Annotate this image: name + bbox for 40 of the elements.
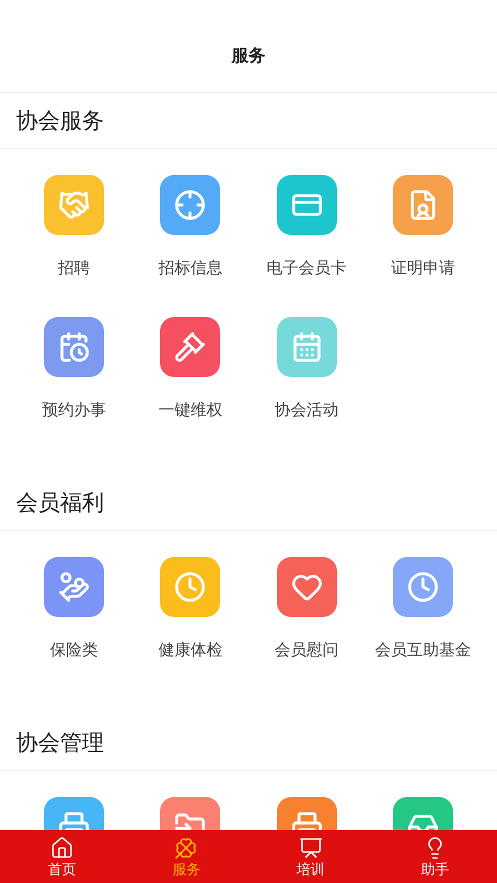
tab[interactable]: 首页 (0, 830, 124, 883)
calendar-icon (290, 331, 323, 363)
section-title: 会员福利 (16, 489, 104, 517)
service-label: 招聘 (58, 259, 90, 279)
service-label: 电子会员卡 (266, 258, 347, 279)
service-item[interactable]: 预约办事 (16, 317, 132, 459)
service-label: 会员互助基金 (374, 640, 471, 661)
service-item[interactable]: 协会活动 (248, 317, 365, 459)
calendar-clock-icon (58, 331, 90, 363)
section-title: 协会服务 (16, 107, 104, 135)
target-icon (174, 189, 206, 221)
service-label: 一键维权 (158, 400, 222, 421)
clover-icon (174, 836, 198, 860)
easel-icon (298, 836, 323, 860)
service-item[interactable]: 健康体检 (132, 557, 248, 699)
gavel-icon (174, 331, 206, 363)
service-label: 预约办事 (42, 400, 106, 421)
section-title: 协会管理 (16, 729, 104, 757)
page-title: 服务 (232, 44, 266, 66)
hands-coin-icon (58, 571, 90, 603)
service-item[interactable]: 会员慰问 (248, 557, 365, 699)
service-item[interactable]: 一键维权 (132, 317, 248, 459)
clock-icon (406, 571, 439, 603)
service-label: 会员慰问 (274, 640, 339, 661)
service-item[interactable]: 会员互助基金 (364, 557, 481, 699)
service-item[interactable]: 证明申请 (364, 175, 481, 317)
tab[interactable]: 助手 (372, 830, 497, 883)
service-label: 协会活动 (274, 400, 339, 421)
tab[interactable]: 培训 (248, 830, 373, 883)
home-icon (50, 836, 74, 860)
service-item[interactable]: 招聘 (16, 175, 132, 317)
service-item[interactable]: 电子会员卡 (248, 175, 365, 317)
service-label: 健康体检 (158, 640, 222, 661)
service-item[interactable]: 保险类 (16, 557, 132, 699)
service-label: 证明申请 (390, 258, 455, 279)
handshake-icon (58, 189, 90, 221)
service-label: 保险类 (50, 640, 98, 661)
service-item[interactable]: 招标信息 (132, 175, 248, 317)
clock-icon (174, 571, 206, 603)
service-label: 招标信息 (158, 259, 222, 279)
